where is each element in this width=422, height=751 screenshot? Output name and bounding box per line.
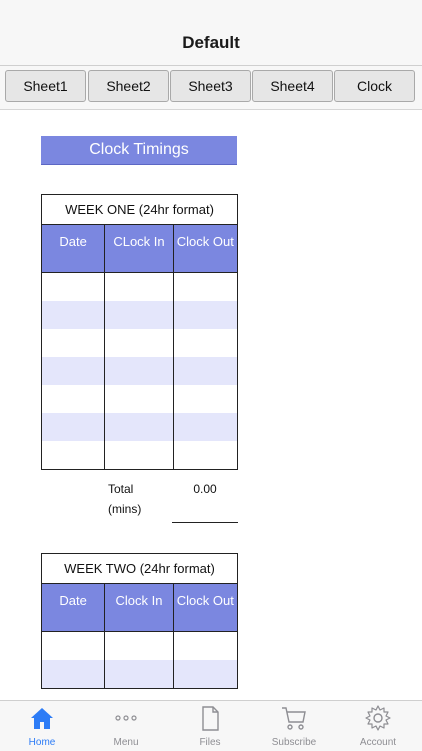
column-header-clock-in: Clock In [104, 583, 174, 632]
total-value: 0.00 [172, 479, 238, 523]
more-icon [115, 715, 137, 721]
tabbar-item-menu[interactable]: Menu [84, 701, 168, 751]
home-icon [31, 708, 53, 729]
week-two-table: WEEK TWO (24hr format) Date Clock In Clo… [40, 553, 239, 689]
date-cell-input[interactable] [42, 301, 105, 329]
table-row [40, 385, 239, 413]
clock-out-cell-input[interactable] [173, 385, 237, 413]
table-row [40, 272, 239, 301]
clock-out-cell-input[interactable] [173, 441, 237, 469]
cart-icon [282, 707, 306, 730]
week-two-title: WEEK TWO (24hr format) [41, 553, 238, 584]
navigation-bar: Default [0, 0, 422, 66]
clock-in-cell-input[interactable] [105, 273, 173, 301]
column-header-clock-in: CLock In [104, 224, 174, 273]
table-row [40, 660, 239, 689]
gear-icon [365, 705, 391, 731]
tabbar-item-files[interactable]: Files [168, 701, 252, 751]
clock-in-cell-input[interactable] [105, 632, 173, 660]
clock-out-cell-input[interactable] [173, 660, 237, 688]
section-title: Clock Timings [41, 136, 237, 164]
week-one-table: WEEK ONE (24hr format) Date CLock In Clo… [40, 194, 239, 470]
tabbar-item-home[interactable]: Home [0, 701, 84, 751]
bottom-tab-bar: Home Menu Files Subscribe Account [0, 700, 422, 751]
tabbar-item-subscribe[interactable]: Subscribe [252, 701, 336, 751]
clock-in-cell-input[interactable] [105, 357, 173, 385]
tab-sheet2[interactable]: Sheet2 [88, 70, 169, 102]
sheet-tab-bar: Sheet1 Sheet2 Sheet3 Sheet4 Clock [0, 66, 422, 110]
clock-in-cell-input[interactable] [105, 385, 173, 413]
tab-sheet3[interactable]: Sheet3 [170, 70, 251, 102]
tab-sheet4[interactable]: Sheet4 [252, 70, 333, 102]
tab-sheet1[interactable]: Sheet1 [5, 70, 86, 102]
date-cell-input[interactable] [42, 329, 105, 357]
clock-out-cell-input[interactable] [173, 632, 237, 660]
tabbar-label: Files [199, 737, 221, 748]
tabbar-item-account[interactable]: Account [336, 701, 420, 751]
table-row [40, 413, 239, 441]
clock-out-cell-input[interactable] [173, 301, 237, 329]
date-cell-input[interactable] [42, 632, 105, 660]
table-row [40, 441, 239, 470]
date-cell-input[interactable] [42, 273, 105, 301]
column-header-clock-out: Clock Out [172, 224, 239, 273]
column-header-date: Date [40, 224, 106, 273]
file-icon [202, 706, 219, 731]
table-row [40, 631, 239, 660]
tab-clock[interactable]: Clock [334, 70, 415, 102]
clock-out-cell-input[interactable] [173, 357, 237, 385]
date-cell-input[interactable] [42, 385, 105, 413]
total-label: Total (mins) [108, 482, 142, 516]
clock-in-cell-input[interactable] [105, 329, 173, 357]
table-row [40, 357, 239, 385]
clock-out-cell-input[interactable] [173, 413, 237, 441]
week-one-title: WEEK ONE (24hr format) [41, 194, 238, 225]
date-cell-input[interactable] [42, 441, 105, 469]
tabbar-label: Home [28, 737, 56, 748]
table-row [40, 329, 239, 357]
clock-in-cell-input[interactable] [105, 441, 173, 469]
tabbar-label: Menu [113, 737, 139, 748]
clock-in-cell-input[interactable] [105, 301, 173, 329]
clock-out-cell-input[interactable] [173, 273, 237, 301]
date-cell-input[interactable] [42, 413, 105, 441]
column-header-date: Date [40, 583, 106, 632]
clock-out-cell-input[interactable] [173, 329, 237, 357]
tabbar-label: Subscribe [271, 737, 317, 748]
table-row [40, 301, 239, 329]
page-title: Default [182, 33, 240, 52]
date-cell-input[interactable] [42, 357, 105, 385]
date-cell-input[interactable] [42, 660, 105, 688]
clock-in-cell-input[interactable] [105, 413, 173, 441]
column-header-clock-out: Clock Out [172, 583, 239, 632]
tabbar-label: Account [359, 737, 397, 748]
clock-in-cell-input[interactable] [105, 660, 173, 688]
